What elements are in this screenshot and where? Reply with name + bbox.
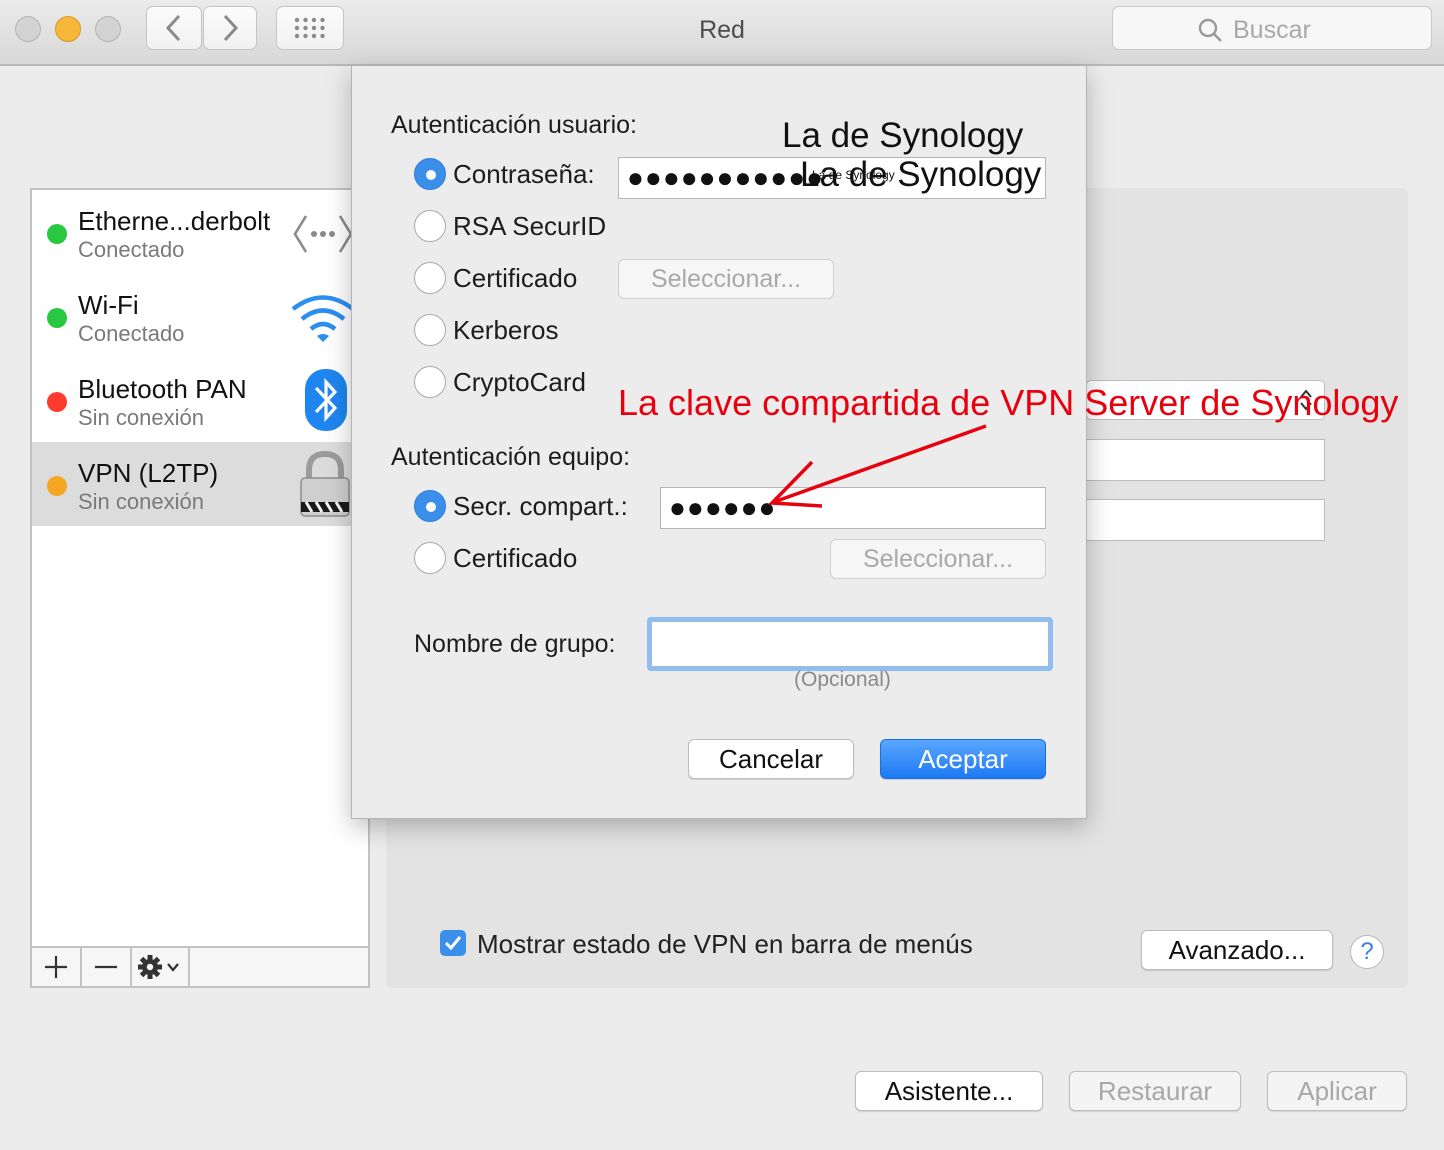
service-item-vpn-l2tp[interactable]: VPN (L2TP) Sin conexión [32,442,368,526]
status-dot [47,224,67,244]
window-toolbar: Red Buscar [0,0,1444,66]
service-name: Etherne...derbolt [78,206,271,236]
user-auth-heading: Autenticación usuario: [391,111,637,139]
radio-certificate-machine-label: Certificado [453,543,578,573]
radio-password[interactable] [414,158,446,190]
service-status: Sin conexión [78,489,204,514]
wifi-icon [291,295,355,342]
service-list-toolbar [32,946,368,986]
radio-password-label: Contraseña: [453,159,595,189]
service-name: Bluetooth PAN [78,374,247,404]
accept-button[interactable]: Aceptar [880,739,1046,779]
vpn-lock-icon [300,450,350,517]
plus-icon [45,956,67,978]
checkmark-icon [444,936,462,951]
service-item-ethernet[interactable]: Etherne...derbolt Conectado [32,190,368,274]
radio-certificate-user[interactable] [414,262,446,294]
radio-shared-secret-label: Secr. compart.: [453,491,628,521]
service-item-bluetooth-pan[interactable]: Bluetooth PAN Sin conexión [32,358,368,442]
server-address-field[interactable] [1086,439,1325,481]
radio-cryptocard-label: CryptoCard [453,367,586,397]
annotation-arrow-icon [768,424,987,508]
account-name-field[interactable] [1086,499,1325,541]
radio-kerberos[interactable] [414,314,446,346]
annotation-synology-tiny: La de Synology [812,168,895,182]
cancel-button[interactable]: Cancelar [688,739,854,779]
show-vpn-status-checkbox[interactable] [440,930,466,956]
service-status: Conectado [78,321,185,346]
search-field[interactable]: Buscar [1112,6,1432,50]
minus-icon [95,965,117,969]
service-actions-button[interactable] [132,948,190,986]
service-status: Conectado [78,237,185,262]
radio-certificate-user-label: Certificado [453,263,578,293]
service-status: Sin conexión [78,405,204,430]
apply-button[interactable]: Aplicar [1267,1071,1407,1111]
radio-kerberos-label: Kerberos [453,315,559,345]
annotation-synology-1: La de Synology [782,116,1024,155]
service-list: Etherne...derbolt Conectado Wi-Fi Conect… [30,188,370,988]
password-value: ●●●●●●●●●●● [627,162,825,193]
radio-shared-secret[interactable] [414,490,446,522]
select-user-certificate-button[interactable]: Seleccionar... [618,259,834,299]
group-name-field[interactable] [647,617,1053,671]
select-machine-certificate-button[interactable]: Seleccionar... [830,539,1046,579]
status-dot [47,476,67,496]
status-dot [47,308,67,328]
group-name-label: Nombre de grupo: [414,630,616,658]
machine-auth-heading: Autenticación equipo: [391,443,631,471]
gear-icon [138,955,179,979]
show-vpn-status-label: Mostrar estado de VPN en barra de menús [477,929,973,959]
radio-cryptocard[interactable] [414,366,446,398]
help-button[interactable]: ? [1350,935,1384,969]
annotation-shared-key-note: La clave compartida de VPN Server de Syn… [618,382,1399,423]
search-placeholder: Buscar [1233,16,1311,44]
group-name-hint: (Opcional) [794,668,891,691]
bluetooth-icon [305,369,347,431]
add-service-button[interactable] [32,948,82,986]
group-name-input[interactable] [651,621,1049,667]
status-dot [47,392,67,412]
service-item-wifi[interactable]: Wi-Fi Conectado [32,274,368,358]
ethernet-icon [293,215,353,253]
radio-rsa-securid[interactable] [414,210,446,242]
assistant-button[interactable]: Asistente... [855,1071,1043,1111]
remove-service-button[interactable] [82,948,132,986]
search-icon [1198,18,1222,42]
radio-rsa-securid-label: RSA SecurID [453,211,607,241]
advanced-button[interactable]: Avanzado... [1141,930,1333,970]
service-name: Wi-Fi [78,290,139,320]
radio-certificate-machine[interactable] [414,542,446,574]
revert-button[interactable]: Restaurar [1069,1071,1241,1111]
service-name: VPN (L2TP) [78,458,219,488]
